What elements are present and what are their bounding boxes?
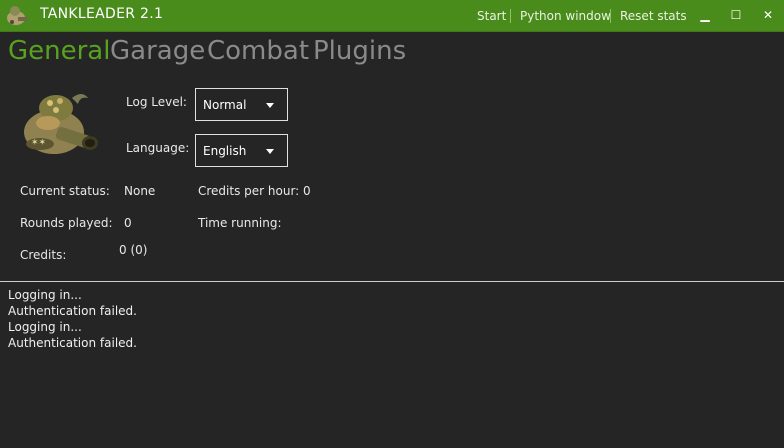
tab-garage[interactable]: Garage <box>110 36 205 66</box>
credits-value: 0 (0) <box>119 243 148 257</box>
title-separator <box>510 9 511 23</box>
time-running-label: Time running: <box>198 216 282 230</box>
tank-icon <box>7 6 28 25</box>
log-line: Logging in... <box>8 288 82 302</box>
python-window-link[interactable]: Python window <box>520 9 611 23</box>
language-label: Language: <box>126 141 190 155</box>
log-level-label: Log Level: <box>126 95 187 109</box>
log-line: Authentication failed. <box>8 304 137 318</box>
title-bar: TANKLEADER 2.1 Start Python window Reset… <box>0 0 784 32</box>
title-separator <box>610 9 611 23</box>
log-level-dropdown[interactable]: Normal <box>195 88 288 121</box>
current-status-value: None <box>124 184 156 198</box>
current-status-label: Current status: <box>20 184 110 198</box>
svg-text:✶✶: ✶✶ <box>31 138 46 148</box>
rounds-played-value: 0 <box>124 216 132 230</box>
language-value: English <box>203 144 247 158</box>
credits-per-hour-value: 0 <box>303 184 311 198</box>
tab-combat[interactable]: Combat <box>207 36 309 66</box>
minimize-icon[interactable]: ▁ <box>693 5 717 25</box>
tab-plugins[interactable]: Plugins <box>313 36 406 66</box>
rounds-played-label: Rounds played: <box>20 216 113 230</box>
chevron-down-icon <box>266 149 274 154</box>
chevron-down-icon <box>266 103 274 108</box>
app-title: TANKLEADER 2.1 <box>40 6 164 22</box>
log-level-value: Normal <box>203 98 247 112</box>
reset-stats-link[interactable]: Reset stats <box>620 9 687 23</box>
credits-per-hour-label: Credits per hour: <box>198 184 300 198</box>
start-link[interactable]: Start <box>477 9 506 23</box>
credits-label: Credits: <box>20 248 67 262</box>
log-divider <box>0 281 784 282</box>
language-dropdown[interactable]: English <box>195 134 288 167</box>
log-line: Logging in... <box>8 320 82 334</box>
tab-general[interactable]: General <box>8 36 110 66</box>
log-output: Logging in... Authentication failed. Log… <box>8 287 137 351</box>
tank-mascot-image: ✶✶ <box>24 94 98 154</box>
close-icon[interactable]: ✕ <box>756 5 780 25</box>
log-line: Authentication failed. <box>8 336 137 350</box>
maximize-icon[interactable]: ☐ <box>724 5 748 25</box>
